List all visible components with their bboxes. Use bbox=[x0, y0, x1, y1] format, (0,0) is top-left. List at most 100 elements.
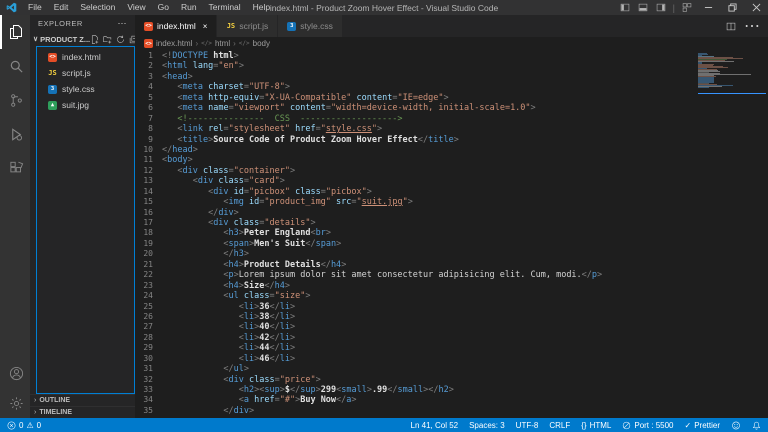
code-line[interactable]: 16 </div> bbox=[135, 208, 696, 218]
status-live-server-port[interactable]: Port : 5500 bbox=[622, 421, 673, 430]
status-notifications[interactable] bbox=[752, 421, 761, 430]
breadcrumb-item-body[interactable]: body bbox=[253, 39, 270, 48]
line-content: <meta http-equiv="X-UA-Compatible" conte… bbox=[162, 93, 449, 103]
code-line[interactable]: 3<head> bbox=[135, 72, 696, 82]
line-number: 32 bbox=[135, 375, 162, 385]
code-line[interactable]: 35 </div> bbox=[135, 406, 696, 416]
code-line[interactable]: 21 <h4>Product Details</h4> bbox=[135, 260, 696, 270]
customize-layout-icon[interactable] bbox=[682, 3, 692, 12]
outline-section[interactable]: › OUTLINE bbox=[30, 394, 135, 406]
breadcrumb-item-html[interactable]: html bbox=[215, 39, 230, 48]
tab-style.css[interactable]: 3style.css bbox=[278, 15, 343, 37]
refresh-icon[interactable] bbox=[116, 35, 125, 44]
status-prettier[interactable]: ✓Prettier bbox=[685, 421, 721, 430]
code-line[interactable]: 2<html lang="en"> bbox=[135, 61, 696, 71]
new-file-icon[interactable] bbox=[90, 35, 99, 44]
code-line[interactable]: 24 <ul class="size"> bbox=[135, 291, 696, 301]
code-line[interactable]: 7 <!--------------- CSS ----------------… bbox=[135, 114, 696, 124]
problems-status[interactable]: 0 ⚠ 0 bbox=[7, 421, 41, 430]
tab-script.js[interactable]: JSscript.js bbox=[217, 15, 278, 37]
search-icon[interactable] bbox=[0, 49, 30, 83]
code-line[interactable]: 18 <h3>Peter England<br> bbox=[135, 228, 696, 238]
code-line[interactable]: 32 <div class="price"> bbox=[135, 375, 696, 385]
status-eol[interactable]: CRLF bbox=[549, 421, 570, 430]
code-line[interactable]: 11<body> bbox=[135, 155, 696, 165]
accounts-icon[interactable] bbox=[0, 358, 30, 388]
status-cursor-position[interactable]: Ln 41, Col 52 bbox=[411, 421, 459, 430]
menu-item-file[interactable]: File bbox=[22, 0, 48, 15]
status-feedback[interactable] bbox=[731, 421, 741, 430]
toggle-panel-icon[interactable] bbox=[638, 3, 648, 12]
code-line[interactable]: 9 <title>Source Code of Product Zoom Hov… bbox=[135, 135, 696, 145]
explorer-icon[interactable] bbox=[0, 15, 30, 49]
line-content: <h3>Peter England<br> bbox=[162, 228, 331, 238]
split-editor-icon[interactable] bbox=[726, 22, 736, 31]
minimize-button[interactable] bbox=[696, 0, 720, 15]
code-line[interactable]: 4 <meta charset="UTF-8"> bbox=[135, 82, 696, 92]
file-item-style.css[interactable]: 3style.css bbox=[37, 81, 134, 97]
code-line[interactable]: 5 <meta http-equiv="X-UA-Compatible" con… bbox=[135, 93, 696, 103]
code-line[interactable]: 6 <meta name="viewport" content="width=d… bbox=[135, 103, 696, 113]
run-and-debug-icon[interactable] bbox=[0, 117, 30, 151]
code-line[interactable]: 17 <div class="details"> bbox=[135, 218, 696, 228]
line-content: <li>42</li> bbox=[162, 333, 295, 343]
menu-item-edit[interactable]: Edit bbox=[48, 0, 75, 15]
code-line[interactable]: 14 <div id="picbox" class="picbox"> bbox=[135, 187, 696, 197]
code-line[interactable]: 22 <p>Lorem ipsum dolor sit amet consect… bbox=[135, 270, 696, 280]
titlebar-separator: | bbox=[673, 3, 675, 13]
status-language-mode[interactable]: {}HTML bbox=[581, 421, 611, 430]
status-encoding[interactable]: UTF-8 bbox=[516, 421, 539, 430]
new-folder-icon[interactable] bbox=[103, 35, 112, 44]
code-line[interactable]: 28 <li>42</li> bbox=[135, 333, 696, 343]
code-line[interactable]: 31 </ul> bbox=[135, 364, 696, 374]
timeline-section[interactable]: › TIMELINE bbox=[30, 406, 135, 418]
more-actions-icon[interactable]: ⋯ bbox=[744, 16, 760, 36]
line-content: <img id="product_img" src="suit.jpg"> bbox=[162, 197, 413, 207]
manage-icon[interactable] bbox=[0, 388, 30, 418]
code-line[interactable]: 29 <li>44</li> bbox=[135, 343, 696, 353]
menu-item-view[interactable]: View bbox=[121, 0, 151, 15]
code-line[interactable]: 8 <link rel="stylesheet" href="style.css… bbox=[135, 124, 696, 134]
breadcrumb-item-index.html[interactable]: index.html bbox=[156, 39, 192, 48]
code-line[interactable]: 25 <li>36</li> bbox=[135, 302, 696, 312]
line-content: </ul> bbox=[162, 364, 249, 374]
menu-item-go[interactable]: Go bbox=[152, 0, 175, 15]
line-number: 19 bbox=[135, 239, 162, 249]
code-line[interactable]: 13 <div class="card"> bbox=[135, 176, 696, 186]
file-item-script.js[interactable]: JSscript.js bbox=[37, 65, 134, 81]
explorer-more-actions-icon[interactable]: ⋯ bbox=[118, 18, 128, 29]
close-window-button[interactable] bbox=[744, 0, 768, 15]
restore-button[interactable] bbox=[720, 0, 744, 15]
file-name: style.css bbox=[62, 84, 95, 94]
minimap[interactable] bbox=[696, 50, 768, 418]
code-line[interactable]: 33 <h2><sup>$</sup>299<small>.99</small>… bbox=[135, 385, 696, 395]
code-line[interactable]: 27 <li>40</li> bbox=[135, 322, 696, 332]
workspace-folder-header[interactable]: ∨ PRODUCT Z... bbox=[30, 32, 135, 46]
code-line[interactable]: 34 <a href="#">Buy Now</a> bbox=[135, 395, 696, 405]
tab-index.html[interactable]: <>index.html× bbox=[135, 15, 217, 37]
file-item-index.html[interactable]: <>index.html bbox=[37, 49, 134, 65]
code-editor[interactable]: 1<!DOCTYPE html>2<html lang="en">3<head>… bbox=[135, 50, 696, 418]
code-line[interactable]: 30 <li>46</li> bbox=[135, 354, 696, 364]
code-line[interactable]: 20 </h3> bbox=[135, 249, 696, 259]
source-control-icon[interactable] bbox=[0, 83, 30, 117]
status-indentation[interactable]: Spaces: 3 bbox=[469, 421, 505, 430]
error-count: 0 bbox=[19, 421, 23, 430]
code-line[interactable]: 23 <h4>Size</h4> bbox=[135, 281, 696, 291]
code-line[interactable]: 10</head> bbox=[135, 145, 696, 155]
code-line[interactable]: 12 <div class="container"> bbox=[135, 166, 696, 176]
extensions-icon[interactable] bbox=[0, 151, 30, 185]
menu-item-selection[interactable]: Selection bbox=[74, 0, 121, 15]
code-line[interactable]: 15 <img id="product_img" src="suit.jpg"> bbox=[135, 197, 696, 207]
close-tab-icon[interactable]: × bbox=[203, 22, 208, 31]
status-bar: 0 ⚠ 0 Ln 41, Col 52 Spaces: 3 UTF-8 CRLF {}H… bbox=[0, 418, 768, 432]
code-line[interactable]: 1<!DOCTYPE html> bbox=[135, 51, 696, 61]
menu-item-run[interactable]: Run bbox=[175, 0, 203, 15]
toggle-secondary-sidebar-icon[interactable] bbox=[656, 3, 666, 12]
code-line[interactable]: 26 <li>38</li> bbox=[135, 312, 696, 322]
file-item-suit.jpg[interactable]: ▲suit.jpg bbox=[37, 97, 134, 113]
menu-item-terminal[interactable]: Terminal bbox=[203, 0, 247, 15]
toggle-sidebar-icon[interactable] bbox=[620, 3, 630, 12]
code-line[interactable]: 19 <span>Men's Suit</span> bbox=[135, 239, 696, 249]
line-number: 2 bbox=[135, 61, 162, 71]
